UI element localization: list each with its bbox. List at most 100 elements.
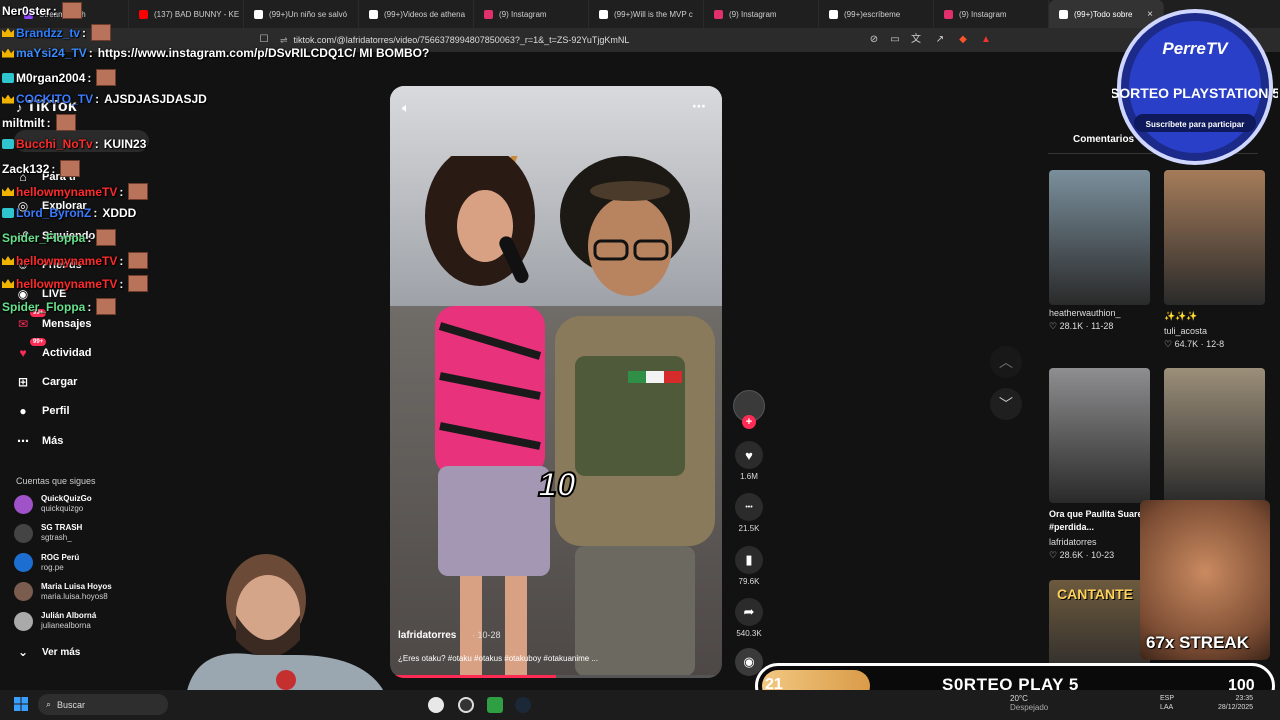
following-account[interactable]: Julián Alborná julianealborna xyxy=(14,611,96,631)
browser-tab[interactable]: (137) BAD BUNNY - KE xyxy=(129,0,244,28)
card-stats: ♡ 64.7K · 12-8 xyxy=(1164,339,1225,349)
action-comment[interactable]: ••• 21.5K xyxy=(734,493,764,533)
account-handle: rog.pe xyxy=(41,562,64,572)
related-video-card[interactable]: heatherwauthion_ ♡ 28.1K · 11-28 xyxy=(1049,170,1150,332)
bookmark-icon[interactable]: ☐ xyxy=(258,34,270,46)
card-author[interactable]: lafridatorres xyxy=(1049,537,1150,547)
screen-icon[interactable]: ▭ xyxy=(889,34,901,46)
rewards-icon[interactable]: ▲ xyxy=(980,34,992,46)
sidebar-item-mensajes[interactable]: ✉ 99+ Mensajes xyxy=(16,308,92,331)
chat-separator: : xyxy=(51,161,56,176)
browser-tab[interactable]: (99+)Un niño se salvó xyxy=(244,0,359,28)
related-video-card[interactable]: ✨✨✨ tuli_acosta ♡ 64.7K · 12-8 xyxy=(1164,170,1265,350)
sidebar-item-m-s[interactable]: ⋯ Más xyxy=(16,434,63,448)
action-heart[interactable]: ♥ 1.6M xyxy=(734,441,764,481)
action-bookmark[interactable]: ▮ 79.6K xyxy=(734,545,764,586)
windows-taskbar xyxy=(0,690,1280,720)
browser-tab[interactable]: (9) Instagram xyxy=(934,0,1049,28)
taskbar-steam-icon[interactable] xyxy=(515,697,531,713)
chat-emote-icon xyxy=(61,2,82,19)
weather-widget[interactable]: 20°C Despejado xyxy=(1010,694,1048,712)
comment-icon: ••• xyxy=(735,493,763,522)
video-caption[interactable]: ¿Eres otaku? #otaku #otakus #otakuboy #o… xyxy=(398,654,598,663)
tracking-icon[interactable]: ⊘ xyxy=(868,34,880,46)
tab-favicon-icon xyxy=(829,9,838,19)
video-progress-bar[interactable] xyxy=(390,675,722,678)
video-overlay-number: 10 xyxy=(537,465,577,505)
next-video-button[interactable]: ﹀ xyxy=(990,388,1022,420)
chat-username: maYsi24_TV xyxy=(16,46,87,60)
sidebar-item-perfil[interactable]: ● Perfil xyxy=(16,404,70,418)
chat-separator: : xyxy=(46,115,51,130)
following-account[interactable]: QuickQuizGo quickquizgo xyxy=(14,494,92,514)
action-count: 1.6M xyxy=(740,472,758,481)
related-video-card[interactable] xyxy=(1164,368,1265,503)
browser-tab[interactable]: (99+)Videos de athena xyxy=(359,0,474,28)
windows-start-icon[interactable] xyxy=(14,697,28,711)
taskbar-search-label: Buscar xyxy=(57,699,86,710)
tab-favicon-icon xyxy=(599,9,608,19)
share-icon: ➦ xyxy=(735,597,763,626)
site-info-icon[interactable]: ⇌ xyxy=(280,35,288,46)
account-handle: julianealborna xyxy=(41,621,91,631)
sidebar-item-actividad[interactable]: ♥ 99+ Actividad xyxy=(16,337,92,360)
browser-tab[interactable]: (99+)escríbeme xyxy=(819,0,934,28)
action-count: 79.6K xyxy=(738,576,760,586)
card-author[interactable]: tuli_acosta xyxy=(1164,326,1265,336)
thumbnail-text: CANTANTE xyxy=(1057,586,1133,602)
action-share[interactable]: ➦ 540.3K xyxy=(734,597,764,638)
share-page-icon[interactable]: ↗ xyxy=(934,34,946,46)
card-author[interactable]: heatherwauthion_ xyxy=(1049,308,1150,318)
brave-shield-icon[interactable]: ◆ xyxy=(957,34,969,46)
taskbar-app-icon[interactable] xyxy=(428,697,444,713)
taskbar-play-icon[interactable] xyxy=(487,697,503,713)
chat-text: XDDD xyxy=(102,206,137,220)
chat-message: COCKITO_TV: AJSDJASJDASJD xyxy=(2,92,207,106)
following-account[interactable]: Maria Luisa Hoyos maria.luisa.hoyos8 xyxy=(14,582,112,602)
follow-button[interactable]: + xyxy=(742,415,756,429)
tab-favicon-icon xyxy=(944,9,953,19)
sidebar-item-label: Perfil xyxy=(42,405,70,418)
tab-label: (9) Instagram xyxy=(729,9,777,19)
tab-label: (9) Instagram xyxy=(499,9,547,19)
video-thumbnail xyxy=(1164,170,1265,305)
chat-emote-icon xyxy=(55,114,76,131)
sidebar-item-cargar[interactable]: ⊞ Cargar xyxy=(16,375,78,389)
account-text: ROG Perú rog.pe xyxy=(41,553,79,573)
system-clock[interactable]: 23:35 28/12/2025 xyxy=(1218,694,1253,712)
following-account[interactable]: ROG Perú rog.pe xyxy=(14,553,79,573)
chat-username: Zack132 xyxy=(2,161,50,176)
tab-favicon-icon xyxy=(139,9,148,19)
following-section-title: Cuentas que sigues xyxy=(16,476,96,486)
browser-tab[interactable]: (99+)Will is the MVP c xyxy=(589,0,704,28)
see-more-link[interactable]: ⌄ Ver más xyxy=(16,645,80,659)
avatar xyxy=(14,582,33,602)
volume-icon[interactable]: 🔈︎ xyxy=(402,100,410,116)
chat-separator: : xyxy=(87,230,92,245)
tab-favicon-icon xyxy=(1059,9,1068,19)
browser-tab[interactable]: (9) Instagram xyxy=(474,0,589,28)
chat-message: Spider_Floppa: xyxy=(2,298,117,315)
chat-message: Bucchi_NoTv: KUIN23 xyxy=(2,137,146,151)
taskbar-obs-icon[interactable] xyxy=(458,697,474,713)
translate-icon[interactable]: 文 xyxy=(910,34,922,46)
video-author[interactable]: lafridatorres xyxy=(398,630,456,641)
tab-label: (99+)escríbeme xyxy=(844,9,901,19)
sidebar-item-label: Más xyxy=(42,434,64,447)
video-thumbnail xyxy=(1164,368,1265,503)
browser-tab-strip: Stream Dash(137) BAD BUNNY - KE(99+)Un n… xyxy=(0,0,1280,28)
previous-video-button[interactable]: ︿ xyxy=(990,346,1022,378)
following-account[interactable]: SG TRASH sgtrash_ xyxy=(14,523,82,543)
card-caption: ✨✨✨ xyxy=(1164,311,1198,321)
screen: Stream Dash(137) BAD BUNNY - KE(99+)Un n… xyxy=(0,0,1280,720)
chat-separator: : xyxy=(95,92,100,106)
video-player[interactable]: 10 🔈︎ ⋯ lafridatorres · 10-28 ¿Eres otak… xyxy=(390,86,722,678)
chat-username: Ner0ster xyxy=(2,3,51,18)
keyboard-language[interactable]: ESP LAA xyxy=(1160,694,1174,712)
tab-label: (9) Instagram xyxy=(959,9,1007,19)
browser-tab[interactable]: (9) Instagram xyxy=(704,0,819,28)
related-video-card[interactable]: Ora que Paulita Suarez #perdida... lafrid… xyxy=(1049,368,1150,561)
taskbar-search[interactable]: ⌕ Buscar xyxy=(38,694,168,715)
more-options-icon[interactable]: ⋯ xyxy=(692,98,706,115)
sidebar-item-label: Actividad xyxy=(42,346,92,359)
